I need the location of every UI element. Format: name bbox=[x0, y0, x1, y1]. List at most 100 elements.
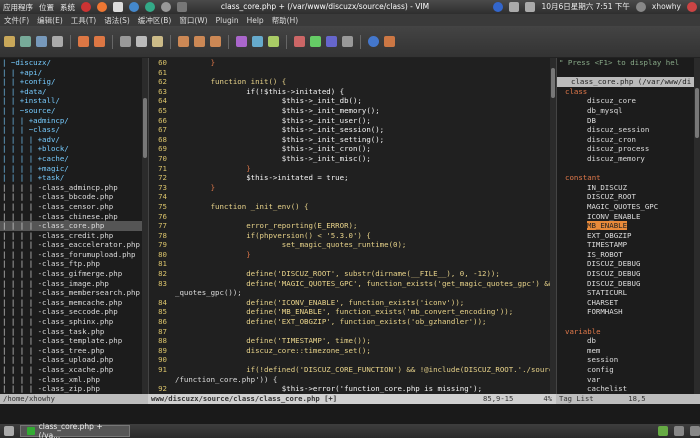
taglist-file[interactable]: class_core.php (/var/www/di bbox=[557, 77, 700, 87]
code-line[interactable]: 90 bbox=[149, 355, 556, 365]
taglist-item[interactable]: MAGIC_QUOTES_GPC bbox=[557, 202, 700, 212]
code-line[interactable]: 86 define('EXT_OBGZIP', function_exists(… bbox=[149, 317, 556, 327]
run-script-icon[interactable] bbox=[268, 36, 279, 47]
menu-system[interactable]: 系统 bbox=[60, 2, 75, 13]
paste-icon[interactable] bbox=[152, 36, 163, 47]
find-prev-icon[interactable] bbox=[210, 36, 221, 47]
code-line[interactable]: 84 define('ICONV_ENABLE', function_exist… bbox=[149, 298, 556, 308]
taglist-pane[interactable]: " Press <F1> to display hel class_core.ph… bbox=[556, 58, 700, 394]
tree-dir[interactable]: | | | | +cache/ bbox=[0, 154, 148, 164]
taglist-item[interactable]: session bbox=[557, 355, 700, 365]
taglist-item[interactable]: cachelist bbox=[557, 384, 700, 394]
print-icon[interactable] bbox=[52, 36, 63, 47]
code-line[interactable]: 62 function init() { bbox=[149, 77, 556, 87]
taglist-item[interactable]: DISCUZ_ROOT bbox=[557, 192, 700, 202]
taglist-blank[interactable] bbox=[557, 68, 700, 78]
tree-file[interactable]: | | | | -class_gifmerge.php bbox=[0, 269, 148, 279]
jump-tag-icon[interactable] bbox=[342, 36, 353, 47]
taskbar-button-vim[interactable]: class_core.php + (/va... bbox=[20, 422, 130, 438]
find-icon[interactable] bbox=[178, 36, 189, 47]
taglist-item[interactable]: TIMESTAMP bbox=[557, 240, 700, 250]
tree-dir[interactable]: | | | | +task/ bbox=[0, 173, 148, 183]
browser-icon[interactable] bbox=[81, 2, 91, 12]
menu-tools[interactable]: 工具(T) bbox=[71, 15, 96, 26]
tree-file[interactable]: | | | | -class_xml.php bbox=[0, 375, 148, 385]
taglist-item[interactable]: mem bbox=[557, 346, 700, 356]
menu-file[interactable]: 文件(F) bbox=[4, 15, 29, 26]
tree-file[interactable]: | | | | -class_ftp.php bbox=[0, 259, 148, 269]
code-line[interactable]: 76 bbox=[149, 212, 556, 222]
tree-dir[interactable]: | | +config/ bbox=[0, 77, 148, 87]
ctags-icon[interactable] bbox=[326, 36, 337, 47]
taglist-item[interactable]: DISCUZ_DEBUG bbox=[557, 269, 700, 279]
trash-icon[interactable] bbox=[690, 426, 700, 436]
tree-file[interactable]: | | | | -class_image.php bbox=[0, 279, 148, 289]
code-line[interactable]: 61 bbox=[149, 68, 556, 78]
tree-file[interactable]: | | | | -class_zip.php bbox=[0, 384, 148, 394]
volume-icon[interactable] bbox=[525, 1, 536, 12]
taglist-scrollbar-thumb[interactable] bbox=[695, 88, 699, 138]
code-line[interactable]: 69 $this->_init_cron(); bbox=[149, 144, 556, 154]
code-line[interactable]: 83 define('MAGIC_QUOTES_GPC', function_e… bbox=[149, 279, 556, 289]
tree-dir[interactable]: | ~discuzx/ bbox=[0, 58, 148, 68]
code-line[interactable]: 91 if(!defined('DISCUZ_CORE_FUNCTION') &… bbox=[149, 365, 556, 375]
taglist-item[interactable]: MB_ENABLE bbox=[557, 221, 700, 231]
taglist-item[interactable]: var bbox=[557, 375, 700, 385]
code-line[interactable]: 79 set_magic_quotes_runtime(0); bbox=[149, 240, 556, 250]
tree-dir[interactable]: | | | ~class/ bbox=[0, 125, 148, 135]
code-line[interactable]: 65 $this->_init_memory(); bbox=[149, 106, 556, 116]
taglist-item[interactable]: db bbox=[557, 336, 700, 346]
menu-edit[interactable]: 编辑(E) bbox=[37, 15, 63, 26]
firefox-icon[interactable] bbox=[97, 2, 107, 12]
code-line[interactable]: _quotes_gpc()); bbox=[149, 288, 556, 298]
code-line[interactable]: 87 bbox=[149, 327, 556, 337]
code-line[interactable]: 80 } bbox=[149, 250, 556, 260]
cut-icon[interactable] bbox=[120, 36, 131, 47]
menu-plugin[interactable]: Plugin bbox=[216, 16, 239, 25]
tree-file[interactable]: | | | | -class_forumupload.php bbox=[0, 250, 148, 260]
taglist-item[interactable]: EXT_OBGZIP bbox=[557, 231, 700, 241]
save-all-icon[interactable] bbox=[36, 36, 47, 47]
copy-icon[interactable] bbox=[136, 36, 147, 47]
tree-dir[interactable]: | | | +admincp/ bbox=[0, 116, 148, 126]
tree-file[interactable]: | | | | -class_template.php bbox=[0, 336, 148, 346]
taglist-item[interactable]: CHARSET bbox=[557, 298, 700, 308]
taglist-item[interactable]: db_mysql bbox=[557, 106, 700, 116]
menu-help-en[interactable]: Help bbox=[247, 16, 264, 25]
menu-help[interactable]: 帮助(H) bbox=[272, 15, 299, 26]
code-line[interactable]: 92 $this->error('function_core.php is mi… bbox=[149, 384, 556, 394]
tree-file[interactable]: | | | | -class_eaccelerator.php bbox=[0, 240, 148, 250]
code-line[interactable]: /function_core.php')) { bbox=[149, 375, 556, 385]
tree-dir[interactable]: | | | | +magic/ bbox=[0, 164, 148, 174]
taglist-item[interactable]: discuz_memory bbox=[557, 154, 700, 164]
tree-file[interactable]: | | | | -class_seccode.php bbox=[0, 307, 148, 317]
taglist-item[interactable]: discuz_core bbox=[557, 96, 700, 106]
network-icon[interactable] bbox=[509, 1, 520, 12]
terminal-icon[interactable] bbox=[177, 2, 187, 12]
taglist-help[interactable]: " Press <F1> to display hel bbox=[557, 58, 700, 68]
tree-file[interactable]: | | | | -class_task.php bbox=[0, 327, 148, 337]
workspace-2-icon[interactable] bbox=[674, 426, 684, 436]
code-line[interactable]: 77 error_reporting(E_ERROR); bbox=[149, 221, 556, 231]
taglist-kind[interactable]: constant bbox=[557, 173, 700, 183]
tree-dir[interactable]: | | ~source/ bbox=[0, 106, 148, 116]
workspace-1-icon[interactable] bbox=[658, 426, 668, 436]
taglist-blank[interactable] bbox=[557, 164, 700, 174]
code-line[interactable]: 60 } bbox=[149, 58, 556, 68]
show-desktop-icon[interactable] bbox=[4, 426, 14, 436]
taglist-item[interactable]: STATICURL bbox=[557, 288, 700, 298]
code-line[interactable]: 89 discuz_core::timezone_set(); bbox=[149, 346, 556, 356]
taglist-item[interactable]: discuz_cron bbox=[557, 135, 700, 145]
load-session-icon[interactable] bbox=[236, 36, 247, 47]
tree-file[interactable]: | | | | -class_xcache.php bbox=[0, 365, 148, 375]
clock[interactable]: 10月6日星期六 7:51 下午 bbox=[541, 1, 629, 12]
redo-icon[interactable] bbox=[94, 36, 105, 47]
tree-scrollbar-thumb[interactable] bbox=[143, 98, 147, 158]
editor-pane[interactable]: 60 } 61 62 function init() {63 if(!$this->… bbox=[148, 58, 556, 394]
code-line[interactable]: 67 $this->_init_session(); bbox=[149, 125, 556, 135]
make-icon[interactable] bbox=[294, 36, 305, 47]
tree-file[interactable]: | | | | -class_memcache.php bbox=[0, 298, 148, 308]
code-line[interactable]: 68 $this->_init_setting(); bbox=[149, 135, 556, 145]
tree-dir[interactable]: | | +api/ bbox=[0, 68, 148, 78]
code-line[interactable]: 81 bbox=[149, 259, 556, 269]
